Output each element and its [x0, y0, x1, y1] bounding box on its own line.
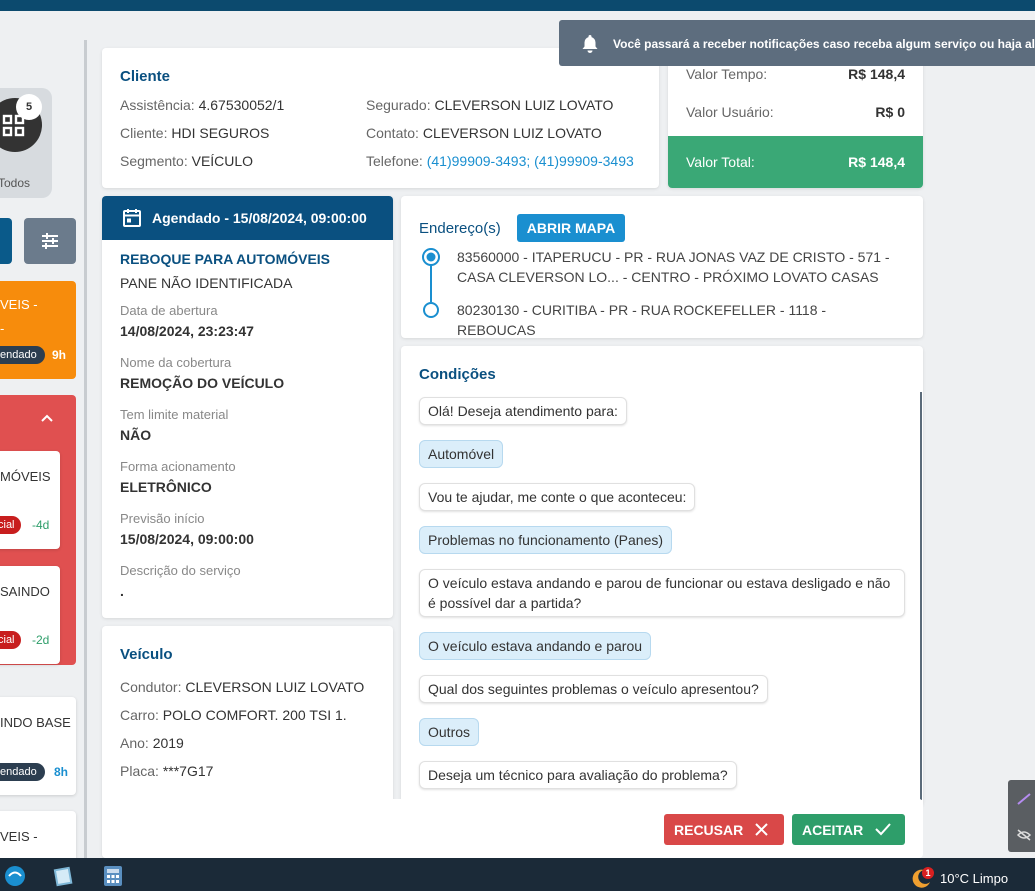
todos-label: Todos	[0, 176, 31, 190]
service-card-urgent[interactable]: SAINDO cial -2d	[0, 566, 60, 664]
contato-row: Contato: CLEVERSON LUIZ LOVATO	[366, 125, 602, 141]
cliente-row: Cliente: HDI SEGUROS	[120, 125, 270, 141]
segurado-row: Segurado: CLEVERSON LUIZ LOVATO	[366, 97, 614, 113]
schedule-header: Agendado - 15/08/2024, 09:00:00	[102, 196, 393, 240]
service-card-time: 9h	[52, 348, 67, 362]
route-line-icon	[422, 248, 440, 318]
reject-button[interactable]: RECUSAR	[664, 814, 784, 845]
descricao-label: Descrição do serviço	[120, 563, 241, 578]
chat-answer: Automóvel	[419, 440, 504, 468]
limite-label: Tem limite material	[120, 407, 229, 422]
address-origin: 83560000 - ITAPERUCU - PR - RUA JONAS VA…	[457, 249, 890, 285]
notification-toast: Você passará a receber notificações caso…	[559, 20, 1035, 66]
acionamento-value: ELETRÔNICO	[120, 479, 212, 495]
previsao-value: 15/08/2024, 09:00:00	[120, 531, 254, 547]
close-icon	[755, 823, 768, 836]
valor-total-row: Valor Total: R$ 148,4	[668, 136, 923, 188]
service-card-title: SAINDO	[0, 584, 50, 599]
vehicle-section-title: Veículo	[120, 646, 173, 663]
valor-usuario-row: Valor Usuário: R$ 0	[686, 104, 905, 120]
accept-button[interactable]: ACEITAR	[792, 814, 905, 845]
toast-text: Você passará a receber notificações caso…	[613, 37, 1035, 51]
check-icon	[875, 823, 891, 836]
valor-tempo-row: Valor Tempo: R$ 148,4	[686, 66, 905, 82]
assistencia-row: Assistência: 4.67530052/1	[120, 97, 285, 113]
chat-question: O veículo estava andando e parou de func…	[419, 569, 905, 617]
chat-answer: Outros	[419, 718, 480, 746]
service-card-title: VEIS -	[0, 297, 38, 312]
telefone-row: Telefone: (41)99909-3493; (41)99909-3493	[366, 153, 634, 169]
condutor-row: Condutor: CLEVERSON LUIZ LOVATO	[120, 679, 365, 695]
service-card-urgent[interactable]: MÓVEIS cial -4d	[0, 451, 60, 549]
weather-alert-badge: 1	[922, 867, 934, 879]
chat-answer: O veículo estava andando e parou	[419, 632, 652, 660]
service-card-scheduled[interactable]: VEIS - - endado 9h	[0, 281, 76, 379]
weather-text: 10°C Limpo	[940, 871, 1009, 886]
notes-app-icon[interactable]	[52, 865, 74, 887]
service-card-time: -2d	[32, 633, 50, 647]
limite-value: NÃO	[120, 427, 152, 443]
chat-answer: Problemas no funcionamento (Panes)	[419, 526, 673, 554]
address-destination: 80230130 - CURITIBA - PR - RUA ROCKEFELL…	[457, 302, 827, 338]
pen-icon	[1017, 793, 1031, 805]
calendar-icon	[123, 209, 141, 227]
service-card-time: -4d	[32, 518, 50, 532]
chat-question: Deseja um técnico para avaliação do prob…	[419, 761, 737, 789]
rail-divider	[84, 40, 87, 858]
carro-row: Carro: POLO COMFORT. 200 TSI 1.	[120, 707, 347, 723]
conditions-scrollbar[interactable]	[920, 392, 922, 800]
service-card-title: VEIS -	[0, 829, 38, 844]
status-badge: endado	[0, 763, 45, 781]
values-panel: Valor Tempo: R$ 148,4 Valor Usuário: R$ 0 …	[668, 58, 923, 188]
eye-off-icon	[1016, 829, 1032, 841]
service-problem: PANE NÃO IDENTIFICADA	[120, 275, 293, 291]
status-badge: endado	[0, 346, 45, 364]
floating-tool-panel[interactable]	[1008, 780, 1035, 852]
filter-settings-button[interactable]	[24, 218, 76, 264]
os-taskbar	[0, 858, 1035, 891]
ano-row: Ano: 2019	[120, 735, 184, 751]
chat-question: Qual dos seguintes problemas o veículo a…	[419, 675, 768, 703]
service-type: REBOQUE PARA AUTOMÓVEIS	[120, 251, 331, 267]
open-map-button[interactable]: ABRIR MAPA	[517, 214, 625, 242]
abertura-value: 14/08/2024, 23:23:47	[120, 323, 254, 339]
segmento-row: Segmento: VEÍCULO	[120, 153, 254, 169]
calculator-icon[interactable]	[103, 865, 123, 887]
rail-action-button[interactable]	[0, 218, 12, 264]
service-card[interactable]: INDO BASE endado 8h	[0, 697, 76, 795]
cobertura-value: REMOÇÃO DO VEÍCULO	[120, 375, 285, 391]
service-card-time: 8h	[54, 765, 69, 779]
chat-question: Olá! Deseja atendimento para:	[419, 397, 627, 425]
todos-count-badge: 5	[16, 94, 42, 120]
previsao-label: Previsão início	[120, 511, 205, 526]
status-badge: cial	[0, 631, 21, 649]
conditions-section-title: Condições	[419, 366, 496, 383]
abertura-label: Data de abertura	[120, 303, 218, 318]
chevron-up-icon[interactable]	[40, 413, 54, 423]
schedule-header-text: Agendado - 15/08/2024, 09:00:00	[152, 210, 367, 226]
top-bar	[0, 0, 1035, 11]
chat-question: Vou te ajudar, me conte o que aconteceu:	[419, 483, 696, 511]
browser-icon[interactable]	[4, 865, 26, 887]
status-badge: cial	[0, 516, 21, 534]
cobertura-label: Nome da cobertura	[120, 355, 232, 370]
address-section-title: Endereço(s)	[419, 220, 501, 237]
client-section-title: Cliente	[120, 68, 171, 85]
service-card-title-2: -	[0, 321, 5, 336]
service-card-title: INDO BASE	[0, 715, 71, 730]
acionamento-label: Forma acionamento	[120, 459, 236, 474]
service-card-title: MÓVEIS	[0, 469, 51, 484]
descricao-value: .	[120, 583, 124, 599]
telefone-link[interactable]: (41)99909-3493; (41)99909-3493	[427, 153, 634, 169]
placa-row: Placa: ***7G17	[120, 763, 214, 779]
bell-icon	[582, 35, 598, 53]
